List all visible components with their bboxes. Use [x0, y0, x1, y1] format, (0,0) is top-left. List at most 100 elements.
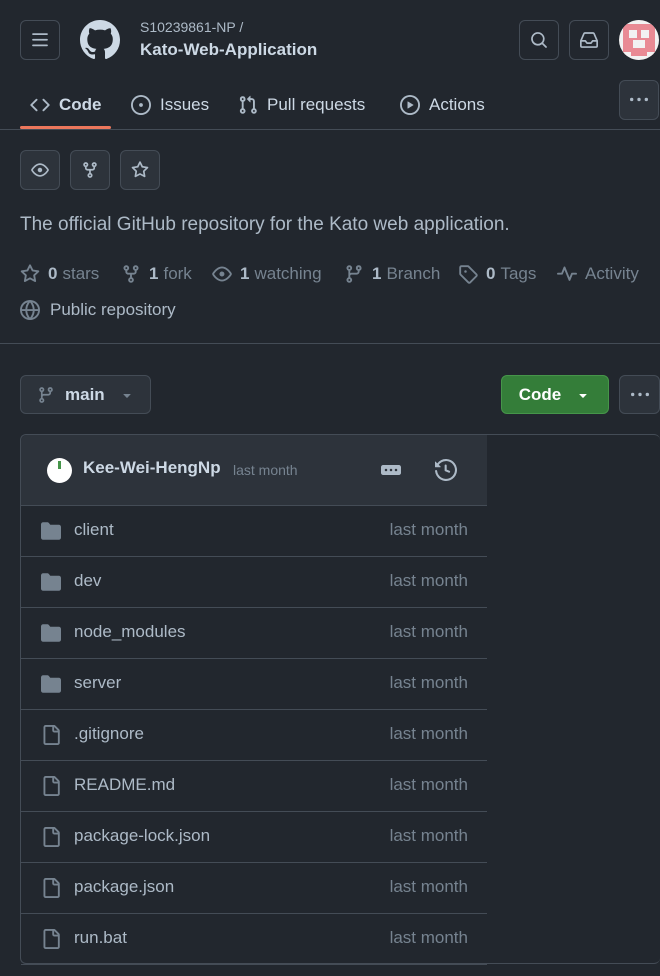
tab-actions[interactable]: Actions — [400, 80, 485, 130]
repo-owner[interactable]: S10239861-NP / — [140, 19, 243, 35]
visibility-label: Public repository — [50, 300, 176, 319]
tab-issues-label: Issues — [160, 95, 210, 114]
stars-link[interactable]: 0 stars — [20, 263, 99, 285]
active-tab-indicator — [20, 126, 111, 129]
forks-label: fork — [163, 264, 192, 283]
file-name-link[interactable]: package.json — [74, 877, 174, 897]
code-icon — [30, 98, 50, 112]
file-icon — [40, 878, 62, 898]
activity-label: Activity — [585, 264, 639, 283]
play-icon — [400, 95, 420, 115]
file-name-link[interactable]: server — [74, 673, 121, 693]
file-name-link[interactable]: package-lock.json — [74, 826, 210, 846]
menu-button[interactable] — [20, 20, 60, 60]
repo-forked-icon — [123, 265, 139, 283]
tab-pull-requests-label: Pull requests — [267, 95, 366, 114]
folder-row[interactable]: node_modules last month — [21, 608, 487, 659]
file-commit-time: last month — [389, 571, 468, 590]
file-icon — [40, 929, 62, 949]
folder-icon — [40, 572, 62, 592]
file-commit-time: last month — [389, 775, 468, 794]
file-row[interactable]: package.json last month — [21, 863, 487, 914]
visibility-info: Public repository — [20, 299, 176, 321]
file-name-link[interactable]: .gitignore — [74, 724, 144, 744]
code-button[interactable]: Code — [501, 375, 609, 414]
file-name-link[interactable]: run.bat — [74, 928, 127, 948]
search-icon — [531, 32, 547, 48]
commit-history-button[interactable] — [435, 459, 457, 481]
pulse-icon — [557, 266, 577, 281]
file-name-link[interactable]: README.md — [74, 775, 175, 795]
file-commit-time: last month — [389, 520, 468, 539]
file-row[interactable]: .gitignore last month — [21, 710, 487, 761]
file-icon — [40, 827, 62, 847]
repo-description: The official GitHub repository for the K… — [20, 214, 510, 235]
forks-count: 1 — [149, 264, 159, 283]
watch-button[interactable] — [20, 150, 60, 190]
fork-button[interactable] — [70, 150, 110, 190]
file-name-link[interactable]: node_modules — [74, 622, 186, 642]
tab-pull-requests[interactable]: Pull requests — [238, 80, 365, 130]
repo-forked-icon — [83, 162, 97, 178]
star-button[interactable] — [120, 150, 160, 190]
folder-row[interactable]: dev last month — [21, 557, 487, 608]
star-icon — [131, 161, 149, 178]
activity-link[interactable]: Activity — [557, 263, 639, 285]
git-branch-icon — [39, 386, 53, 403]
branch-selector[interactable]: main — [20, 375, 151, 414]
stars-count: 0 — [48, 264, 58, 283]
star-icon — [20, 264, 40, 283]
repo-name[interactable]: Kato-Web-Application — [140, 40, 317, 60]
file-commit-time: last month — [389, 673, 468, 692]
file-icon — [40, 725, 62, 745]
inbox-icon — [580, 32, 598, 48]
issue-opened-icon — [131, 95, 151, 115]
file-name-link[interactable]: client — [74, 520, 114, 540]
commit-author-avatar[interactable] — [47, 458, 72, 483]
folder-row[interactable]: server last month — [21, 659, 487, 710]
commit-time: last month — [233, 462, 298, 478]
file-row[interactable]: README.md last month — [21, 761, 487, 812]
tags-count: 0 — [486, 264, 496, 283]
inbox-button[interactable] — [569, 20, 609, 60]
branch-name: main — [65, 384, 105, 404]
search-button[interactable] — [519, 20, 559, 60]
code-button-label: Code — [518, 384, 562, 404]
history-icon — [435, 459, 457, 481]
more-options-button[interactable] — [619, 375, 660, 414]
latest-commit-bar: Kee-Wei-HengNp last month — [21, 435, 487, 506]
folder-icon — [40, 674, 62, 694]
tags-label: Tags — [500, 264, 537, 283]
eye-icon — [31, 163, 49, 177]
tab-issues[interactable]: Issues — [131, 80, 209, 130]
tags-link[interactable]: 0 Tags — [458, 263, 536, 285]
tab-code[interactable]: Code — [30, 80, 102, 130]
commit-message-toggle[interactable] — [379, 460, 403, 480]
ellipsis-icon — [381, 465, 401, 475]
file-commit-time: last month — [389, 724, 468, 743]
avatar[interactable] — [619, 20, 659, 60]
file-row[interactable]: package-lock.json last month — [21, 812, 487, 863]
file-commit-time: last month — [389, 928, 468, 947]
file-row[interactable]: run.bat last month — [21, 914, 487, 965]
more-tabs-button[interactable] — [619, 80, 659, 120]
file-commit-time: last month — [389, 877, 468, 896]
file-commit-time: last month — [389, 826, 468, 845]
branches-label: Branch — [386, 264, 441, 283]
tab-actions-label: Actions — [429, 95, 485, 114]
stars-label: stars — [62, 264, 100, 283]
branches-link[interactable]: 1 Branch — [344, 263, 440, 285]
kebab-horizontal-icon — [630, 392, 649, 396]
github-logo-icon[interactable] — [80, 20, 120, 60]
folder-row[interactable]: client last month — [21, 506, 487, 557]
watching-link[interactable]: 1 watching — [212, 263, 322, 285]
branches-count: 1 — [372, 264, 382, 283]
commit-author[interactable]: Kee-Wei-HengNp — [83, 458, 221, 478]
section-divider — [0, 343, 660, 344]
forks-link[interactable]: 1 fork — [121, 263, 192, 285]
file-icon — [40, 776, 62, 796]
hamburger-icon — [32, 33, 48, 47]
file-commit-time: last month — [389, 622, 468, 641]
git-branch-icon — [346, 265, 362, 283]
file-name-link[interactable]: dev — [74, 571, 101, 591]
